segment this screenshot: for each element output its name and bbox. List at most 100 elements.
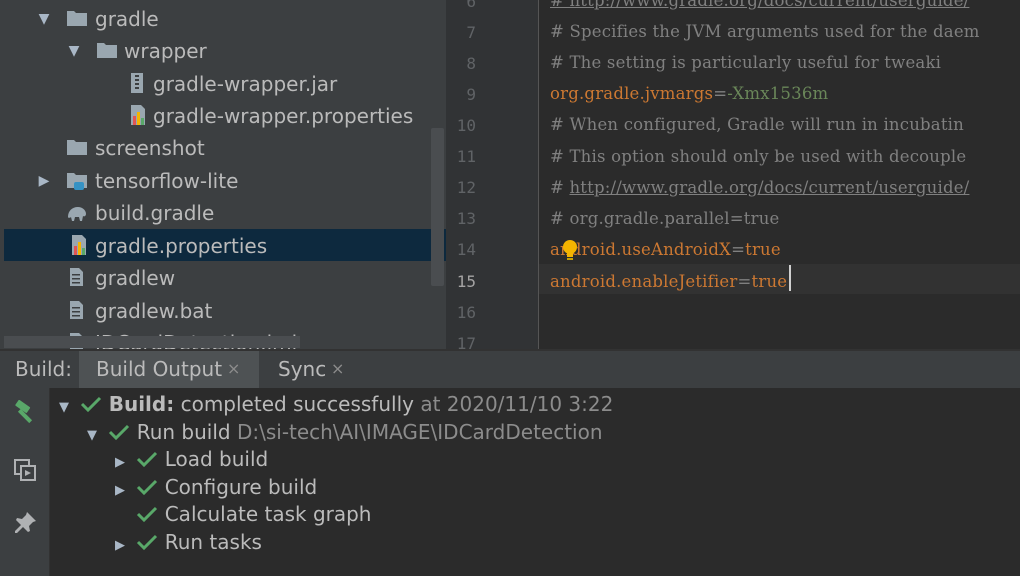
properties-file-icon	[131, 105, 145, 125]
build-output-tree: ▼ Build: completed successfully at 2020/…	[50, 388, 1020, 576]
tree-item-screenshot[interactable]: screenshot	[0, 131, 446, 163]
expand-arrow-icon[interactable]: ▼	[54, 394, 74, 422]
line-number: 13	[456, 209, 476, 228]
tree-item-gradle-wrapper-jar[interactable]: gradle-wrapper.jar	[0, 67, 446, 99]
gradle-elephant-icon	[68, 207, 86, 221]
code-line-comment: # The setting is particularly useful for…	[550, 53, 942, 72]
build-node-label: Configure build	[164, 475, 318, 499]
line-number: 10	[456, 116, 476, 135]
build-node-label: Load build	[164, 447, 269, 471]
property-value: true	[751, 272, 788, 291]
collapse-arrow-icon[interactable]: ▶	[110, 532, 130, 560]
build-panel-title: Build:	[15, 357, 72, 381]
tab-label: Build Output	[96, 357, 223, 381]
tree-item-label: wrapper	[124, 39, 207, 63]
build-node-label: Calculate task graph	[164, 502, 372, 526]
comment-url-link[interactable]: http://www.gradle.org/docs/current/userg…	[569, 178, 969, 197]
tree-item-build-gradle[interactable]: build.gradle	[0, 196, 446, 228]
tree-item-label: build.gradle	[95, 201, 215, 225]
tab-sync[interactable]: Sync ×	[263, 351, 363, 388]
success-check-icon	[137, 534, 158, 551]
success-check-icon	[81, 396, 102, 413]
property-equals: =	[737, 272, 752, 291]
close-icon[interactable]: ×	[227, 351, 240, 387]
tree-item-gradle-properties[interactable]: gradle.properties	[4, 229, 446, 261]
text-file-icon	[70, 268, 83, 286]
line-number: 7	[466, 23, 476, 42]
build-node-run-tasks[interactable]: ▶ Run tasks	[110, 528, 262, 556]
hammer-icon[interactable]	[12, 400, 38, 426]
tab-build-output[interactable]: Build Output ×	[79, 351, 259, 388]
folder-icon	[97, 43, 117, 58]
code-line-comment: # When configured, Gradle will run in in…	[550, 115, 964, 134]
build-node-calculate-task-graph[interactable]: Calculate task graph	[110, 500, 372, 528]
tree-item-label: gradle	[95, 7, 159, 31]
code-line-comment: # This option should only be used with d…	[550, 147, 967, 166]
text-file-icon	[70, 301, 83, 319]
success-check-icon	[137, 451, 158, 468]
code-line-comment: # Specifies the JVM arguments used for t…	[550, 22, 980, 41]
build-node-run-build[interactable]: ▼ Run build D:\si-tech\AI\IMAGE\IDCardDe…	[82, 418, 603, 446]
vertical-scrollbar[interactable]	[431, 128, 444, 286]
tree-item-label: tensorflow-lite	[95, 169, 239, 193]
tree-item-gradlew[interactable]: gradlew	[0, 261, 446, 293]
tree-item-tensorflow-lite[interactable]: ▶ tensorflow-lite	[0, 164, 446, 196]
code-line-property: android.enableJetifier=true	[550, 266, 787, 297]
build-root-node[interactable]: ▼ Build: completed successfully at 2020/…	[54, 390, 613, 418]
close-icon[interactable]: ×	[331, 351, 344, 387]
tree-item-label: gradlew.bat	[95, 299, 213, 323]
properties-file-icon	[72, 235, 86, 255]
build-status-text: completed successfully	[180, 392, 414, 416]
code-line-comment-url[interactable]: # http://www.gradle.org/docs/current/use…	[550, 0, 969, 16]
line-number: 17	[456, 334, 476, 350]
success-check-icon	[137, 479, 158, 496]
line-number: 6	[466, 0, 476, 11]
code-line-property: android.useAndroidX=true	[550, 234, 781, 265]
property-value: -Xmx1536m	[727, 84, 829, 103]
line-number: 14	[456, 240, 476, 259]
success-check-icon	[137, 506, 158, 523]
build-status-prefix: Build:	[108, 392, 175, 416]
line-number: 8	[466, 54, 476, 73]
jar-file-icon	[131, 73, 143, 93]
collapse-arrow-icon[interactable]: ▶	[34, 164, 54, 196]
horizontal-scrollbar[interactable]	[4, 336, 300, 348]
property-key: org.gradle.jvmargs	[550, 84, 714, 103]
build-tool-window-header: Build: Build Output × Sync ×	[0, 351, 1020, 388]
tree-item-gradle[interactable]: ▼ gradle	[0, 2, 446, 34]
success-check-icon	[109, 424, 130, 441]
toggle-view-icon[interactable]	[12, 457, 38, 483]
tree-item-label: gradle-wrapper.jar	[153, 72, 338, 96]
code-line-comment: # http://www.gradle.org/docs/current/use…	[550, 172, 969, 203]
line-number: 15	[456, 272, 476, 291]
line-number: 16	[456, 303, 476, 322]
build-node-configure-build[interactable]: ▶ Configure build	[110, 473, 317, 501]
code-line-property: org.gradle.jvmargs=-Xmx1536m	[550, 78, 828, 109]
code-line-comment: # org.gradle.parallel=true	[550, 209, 780, 228]
build-timestamp: at 2020/11/10 3:22	[420, 392, 614, 416]
intention-lightbulb-icon[interactable]	[561, 239, 579, 261]
build-node-load-build[interactable]: ▶ Load build	[110, 445, 268, 473]
text-caret	[789, 265, 791, 291]
property-key: android.enableJetifier	[550, 272, 738, 291]
build-node-label: Run build	[136, 420, 231, 444]
tree-item-label: gradle.properties	[95, 234, 268, 258]
tree-item-gradlew-bat[interactable]: gradlew.bat	[0, 294, 446, 326]
tree-item-wrapper[interactable]: ▼ wrapper	[0, 34, 446, 66]
tree-item-gradle-wrapper-properties[interactable]: gradle-wrapper.properties	[0, 99, 446, 131]
pin-icon[interactable]	[12, 510, 38, 536]
tree-item-label: gradlew	[95, 266, 176, 290]
expand-arrow-icon[interactable]: ▼	[34, 2, 54, 34]
project-tree-panel: ▼ gradle ▼ wrapper gradle-wrapper.jar gr…	[0, 0, 446, 350]
line-number: 9	[466, 85, 476, 104]
tree-item-label: gradle-wrapper.properties	[153, 104, 414, 128]
folder-icon	[67, 11, 87, 26]
expand-arrow-icon[interactable]: ▼	[64, 34, 84, 66]
tree-item-label: screenshot	[95, 136, 205, 160]
line-number: 12	[456, 178, 476, 197]
property-equals: =	[731, 240, 746, 259]
tab-label: Sync	[278, 357, 327, 381]
expand-arrow-icon[interactable]: ▼	[82, 422, 102, 450]
folder-icon	[67, 140, 87, 155]
build-toolbar	[0, 388, 50, 576]
